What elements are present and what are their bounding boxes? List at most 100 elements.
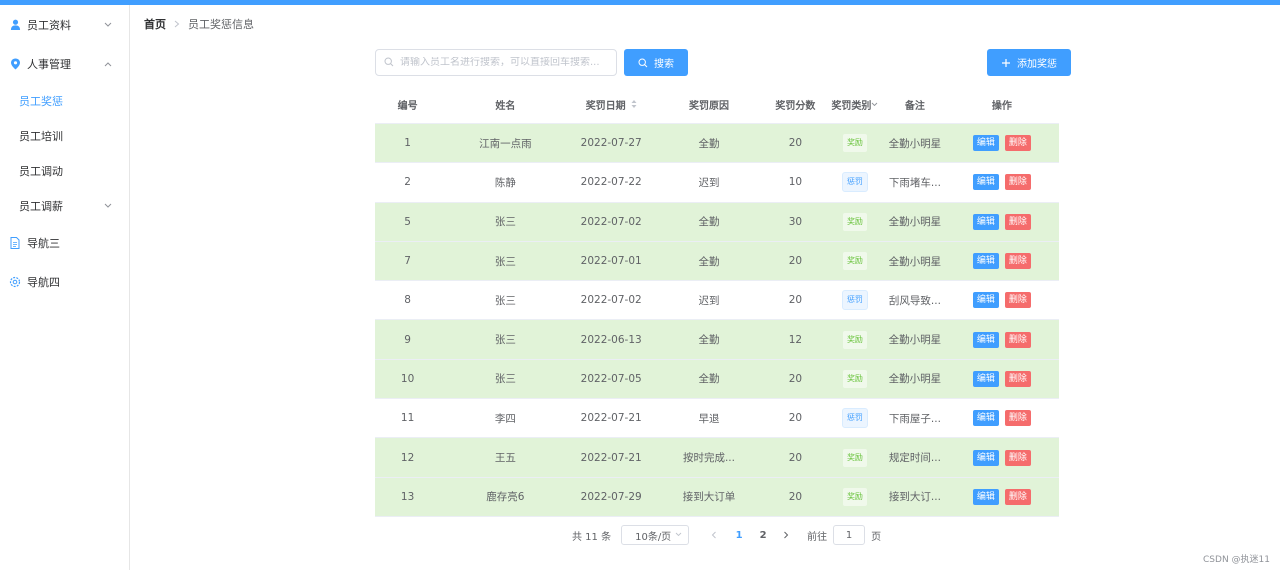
delete-button[interactable]: 删除 <box>1004 449 1031 466</box>
cell-name: 李四 <box>494 412 516 425</box>
edit-button[interactable]: 编辑 <box>972 292 999 309</box>
type-tag: 惩罚 <box>841 290 868 311</box>
location-icon <box>9 58 21 70</box>
plus-icon <box>1002 58 1010 67</box>
page-size-value: 10条/页 <box>635 531 672 543</box>
menu-label: 导航三 <box>27 236 60 250</box>
cell-date: 2022-06-13 <box>580 333 642 346</box>
delete-button[interactable]: 删除 <box>1004 370 1031 387</box>
page-number[interactable]: 2 <box>751 530 775 541</box>
page-size-select[interactable]: 10条/页 <box>621 525 690 545</box>
delete-button[interactable]: 删除 <box>1004 253 1031 270</box>
type-tag: 惩罚 <box>841 408 868 429</box>
menu-group-employee-info[interactable]: 员工资料 <box>0 5 129 44</box>
edit-button[interactable]: 编辑 <box>972 253 999 270</box>
menu-nav-three[interactable]: 导航三 <box>0 223 129 262</box>
cell-id: 7 <box>404 255 411 268</box>
header-remark: 备注 <box>904 100 925 112</box>
delete-button[interactable]: 删除 <box>1004 174 1031 191</box>
search-field[interactable] <box>375 49 617 76</box>
type-tag: 惩罚 <box>841 172 868 193</box>
edit-button[interactable]: 编辑 <box>972 213 999 230</box>
cell-actions: 编辑 删除 <box>945 135 1059 152</box>
chevron-down-icon <box>103 201 113 211</box>
edit-button[interactable]: 编辑 <box>972 488 999 505</box>
cell-actions: 编辑 删除 <box>945 370 1059 387</box>
next-page-button[interactable] <box>779 531 793 539</box>
edit-button[interactable]: 编辑 <box>972 410 999 427</box>
filter-chevron-icon[interactable] <box>871 102 878 107</box>
search-input[interactable] <box>400 57 610 68</box>
prev-page-button[interactable] <box>707 531 721 539</box>
search-button[interactable]: 搜索 <box>624 49 688 76</box>
edit-button[interactable]: 编辑 <box>972 370 999 387</box>
cell-reason: 迟到 <box>698 294 720 307</box>
delete-button[interactable]: 删除 <box>1004 331 1031 348</box>
cell-name: 张三 <box>494 216 516 229</box>
pagination-total: 共 11 条 <box>572 531 612 543</box>
table-header: 编号 姓名 奖罚日期 奖罚原因 奖罚分数 奖罚类别 备注 操作 <box>375 85 1059 124</box>
cell-score: 20 <box>788 451 803 464</box>
goto-page-input[interactable] <box>833 525 866 545</box>
header-date[interactable]: 奖罚日期 <box>571 97 652 112</box>
type-tag: 奖励 <box>841 486 868 507</box>
cell-reason: 按时完成... <box>682 452 735 465</box>
menu-group-label: 员工资料 <box>27 18 71 32</box>
cell-reason: 早退 <box>698 412 720 425</box>
menu-group-hr-management[interactable]: 人事管理 <box>0 44 129 83</box>
table-row: 12 王五 2022-07-21 按时完成... 20 奖励 规定时间... 编辑 删除 <box>375 438 1059 478</box>
delete-button[interactable]: 删除 <box>1004 213 1031 230</box>
page-number[interactable]: 1 <box>727 530 751 541</box>
cell-actions: 编辑 删除 <box>945 253 1059 270</box>
cell-actions: 编辑 删除 <box>945 174 1059 191</box>
cell-type: 奖励 <box>825 447 885 468</box>
cell-id: 5 <box>404 215 411 228</box>
cell-id: 10 <box>400 372 415 385</box>
sort-icon[interactable] <box>631 99 637 109</box>
breadcrumb-separator-icon <box>174 18 180 31</box>
table-row: 2 陈静 2022-07-22 迟到 10 惩罚 下雨堵车... 编辑 删除 <box>375 163 1059 203</box>
goto-label: 前往 <box>807 531 828 543</box>
delete-button[interactable]: 删除 <box>1004 135 1031 152</box>
menu-nav-four[interactable]: 导航四 <box>0 262 129 301</box>
reward-punish-table: 编号 姓名 奖罚日期 奖罚原因 奖罚分数 奖罚类别 备注 操作 1 江南一点雨 20… <box>375 85 1059 517</box>
cell-score: 20 <box>788 137 803 150</box>
add-reward-punish-button[interactable]: 添加奖惩 <box>987 49 1071 76</box>
chevron-down-icon <box>103 20 113 30</box>
top-accent-bar <box>0 0 1280 5</box>
add-button-label: 添加奖惩 <box>1017 59 1057 70</box>
delete-button[interactable]: 删除 <box>1004 410 1031 427</box>
sidebar-item-reward-punish[interactable]: 员工奖惩 <box>0 83 129 118</box>
table-row: 13 鹿存亮6 2022-07-29 接到大订单 20 奖励 接到大订... 编辑 删除 <box>375 477 1059 517</box>
header-date-label: 奖罚日期 <box>585 100 626 112</box>
cell-remark: 全勤小明星 <box>888 334 942 347</box>
cell-score: 30 <box>788 215 803 228</box>
cell-remark: 全勤小明星 <box>888 137 942 150</box>
header-id: 编号 <box>397 100 418 112</box>
sidebar-item-training[interactable]: 员工培训 <box>0 118 129 153</box>
cell-type: 奖励 <box>825 251 885 272</box>
edit-button[interactable]: 编辑 <box>972 331 999 348</box>
cell-remark: 全勤小明星 <box>888 255 942 268</box>
table-row: 8 张三 2022-07-02 迟到 20 惩罚 刮风导致... 编辑 删除 <box>375 281 1059 321</box>
cell-score: 10 <box>788 176 803 189</box>
edit-button[interactable]: 编辑 <box>972 449 999 466</box>
table-row: 1 江南一点雨 2022-07-27 全勤 20 奖励 全勤小明星 编辑 删除 <box>375 124 1059 164</box>
cell-remark: 规定时间... <box>888 452 941 465</box>
header-name: 姓名 <box>495 100 516 112</box>
cell-type: 惩罚 <box>825 408 885 429</box>
delete-button[interactable]: 删除 <box>1004 488 1031 505</box>
breadcrumb-home[interactable]: 首页 <box>144 16 166 32</box>
delete-button[interactable]: 删除 <box>1004 292 1031 309</box>
cell-type: 奖励 <box>825 211 885 232</box>
menu-group-label: 人事管理 <box>27 57 71 71</box>
cell-id: 12 <box>400 451 415 464</box>
menu-label: 导航四 <box>27 275 60 289</box>
sidebar-item-transfer[interactable]: 员工调动 <box>0 153 129 188</box>
edit-button[interactable]: 编辑 <box>972 174 999 191</box>
edit-button[interactable]: 编辑 <box>972 135 999 152</box>
header-type[interactable]: 奖罚类别 <box>825 97 885 112</box>
sidebar-item-salary-adjust[interactable]: 员工调薪 <box>0 188 129 223</box>
cell-type: 惩罚 <box>825 172 885 193</box>
cell-remark: 刮风导致... <box>888 294 941 307</box>
